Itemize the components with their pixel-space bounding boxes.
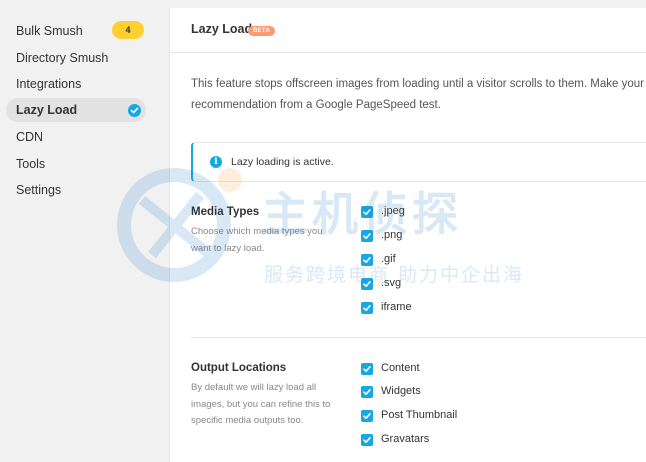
checkbox-checked-icon[interactable] xyxy=(361,410,373,422)
checkbox-checked-icon[interactable] xyxy=(361,254,373,266)
checkbox-checked-icon[interactable] xyxy=(361,230,373,242)
sidebar-item-label: Directory Smush xyxy=(16,51,109,65)
feature-description: This feature stops offscreen images from… xyxy=(191,74,646,116)
checkbox-label: .gif xyxy=(381,253,396,265)
section-divider xyxy=(191,337,646,338)
sidebar-item-directory-smush[interactable]: Directory Smush xyxy=(6,46,146,70)
checkbox-label: Widgets xyxy=(381,385,421,397)
sidebar-item-label: Lazy Load xyxy=(16,103,78,117)
checkbox-label: .png xyxy=(381,229,403,241)
status-notice: i Lazy loading is active. xyxy=(191,142,646,182)
media-types-title: Media Types xyxy=(191,206,260,218)
checkbox-checked-icon[interactable] xyxy=(361,386,373,398)
checkbox-label: iframe xyxy=(381,301,412,313)
info-icon: i xyxy=(210,156,222,168)
sidebar-item-label: Settings xyxy=(16,183,62,197)
sidebar-item-cdn[interactable]: CDN xyxy=(6,125,146,149)
output-locations-title: Output Locations xyxy=(191,362,287,374)
sidebar-item-integrations[interactable]: Integrations xyxy=(6,72,146,96)
sidebar-item-lazy-load[interactable]: Lazy Load xyxy=(6,98,146,122)
beta-badge: BETA xyxy=(248,26,276,36)
sidebar-item-label: Integrations xyxy=(16,77,82,91)
checkbox-checked-icon[interactable] xyxy=(361,434,373,446)
sidebar-item-tools[interactable]: Tools xyxy=(6,152,146,176)
checkbox-label: Content xyxy=(381,362,420,374)
sidebar-item-label: Bulk Smush xyxy=(16,24,83,38)
panel-header: Lazy Load BETA xyxy=(170,8,646,53)
checkbox-label: Gravatars xyxy=(381,433,430,445)
sidebar-item-settings[interactable]: Settings xyxy=(6,178,146,202)
checkbox-checked-icon[interactable] xyxy=(361,278,373,290)
output-locations-description: By default we will lazy load all images,… xyxy=(191,382,331,426)
sidebar-item-bulk-smush[interactable]: Bulk Smush 4 xyxy=(6,19,146,43)
checkbox-checked-icon[interactable] xyxy=(361,302,373,314)
checkbox-checked-icon[interactable] xyxy=(361,206,373,218)
check-circle-icon xyxy=(128,104,141,117)
sidebar-item-label: Tools xyxy=(16,157,46,171)
description-line: recommendation from a Google PageSpeed t… xyxy=(191,99,441,111)
lazy-load-panel: Lazy Load BETA This feature stops offscr… xyxy=(169,8,646,462)
sidebar-item-label: CDN xyxy=(16,130,44,144)
checkbox-label: .jpeg xyxy=(381,205,405,217)
checkbox-label: .svg xyxy=(381,277,402,289)
notice-text: Lazy loading is active. xyxy=(231,156,334,168)
checkbox-checked-icon[interactable] xyxy=(361,363,373,375)
sidebar: Bulk Smush 4 Directory Smush Integration… xyxy=(0,0,168,462)
description-line: This feature stops offscreen images from… xyxy=(191,78,646,90)
checkbox-label: Post Thumbnail xyxy=(381,409,458,421)
media-types-description: Choose which media types you want to laz… xyxy=(191,226,323,254)
page-title: Lazy Load xyxy=(191,22,253,36)
count-badge: 4 xyxy=(112,21,144,39)
